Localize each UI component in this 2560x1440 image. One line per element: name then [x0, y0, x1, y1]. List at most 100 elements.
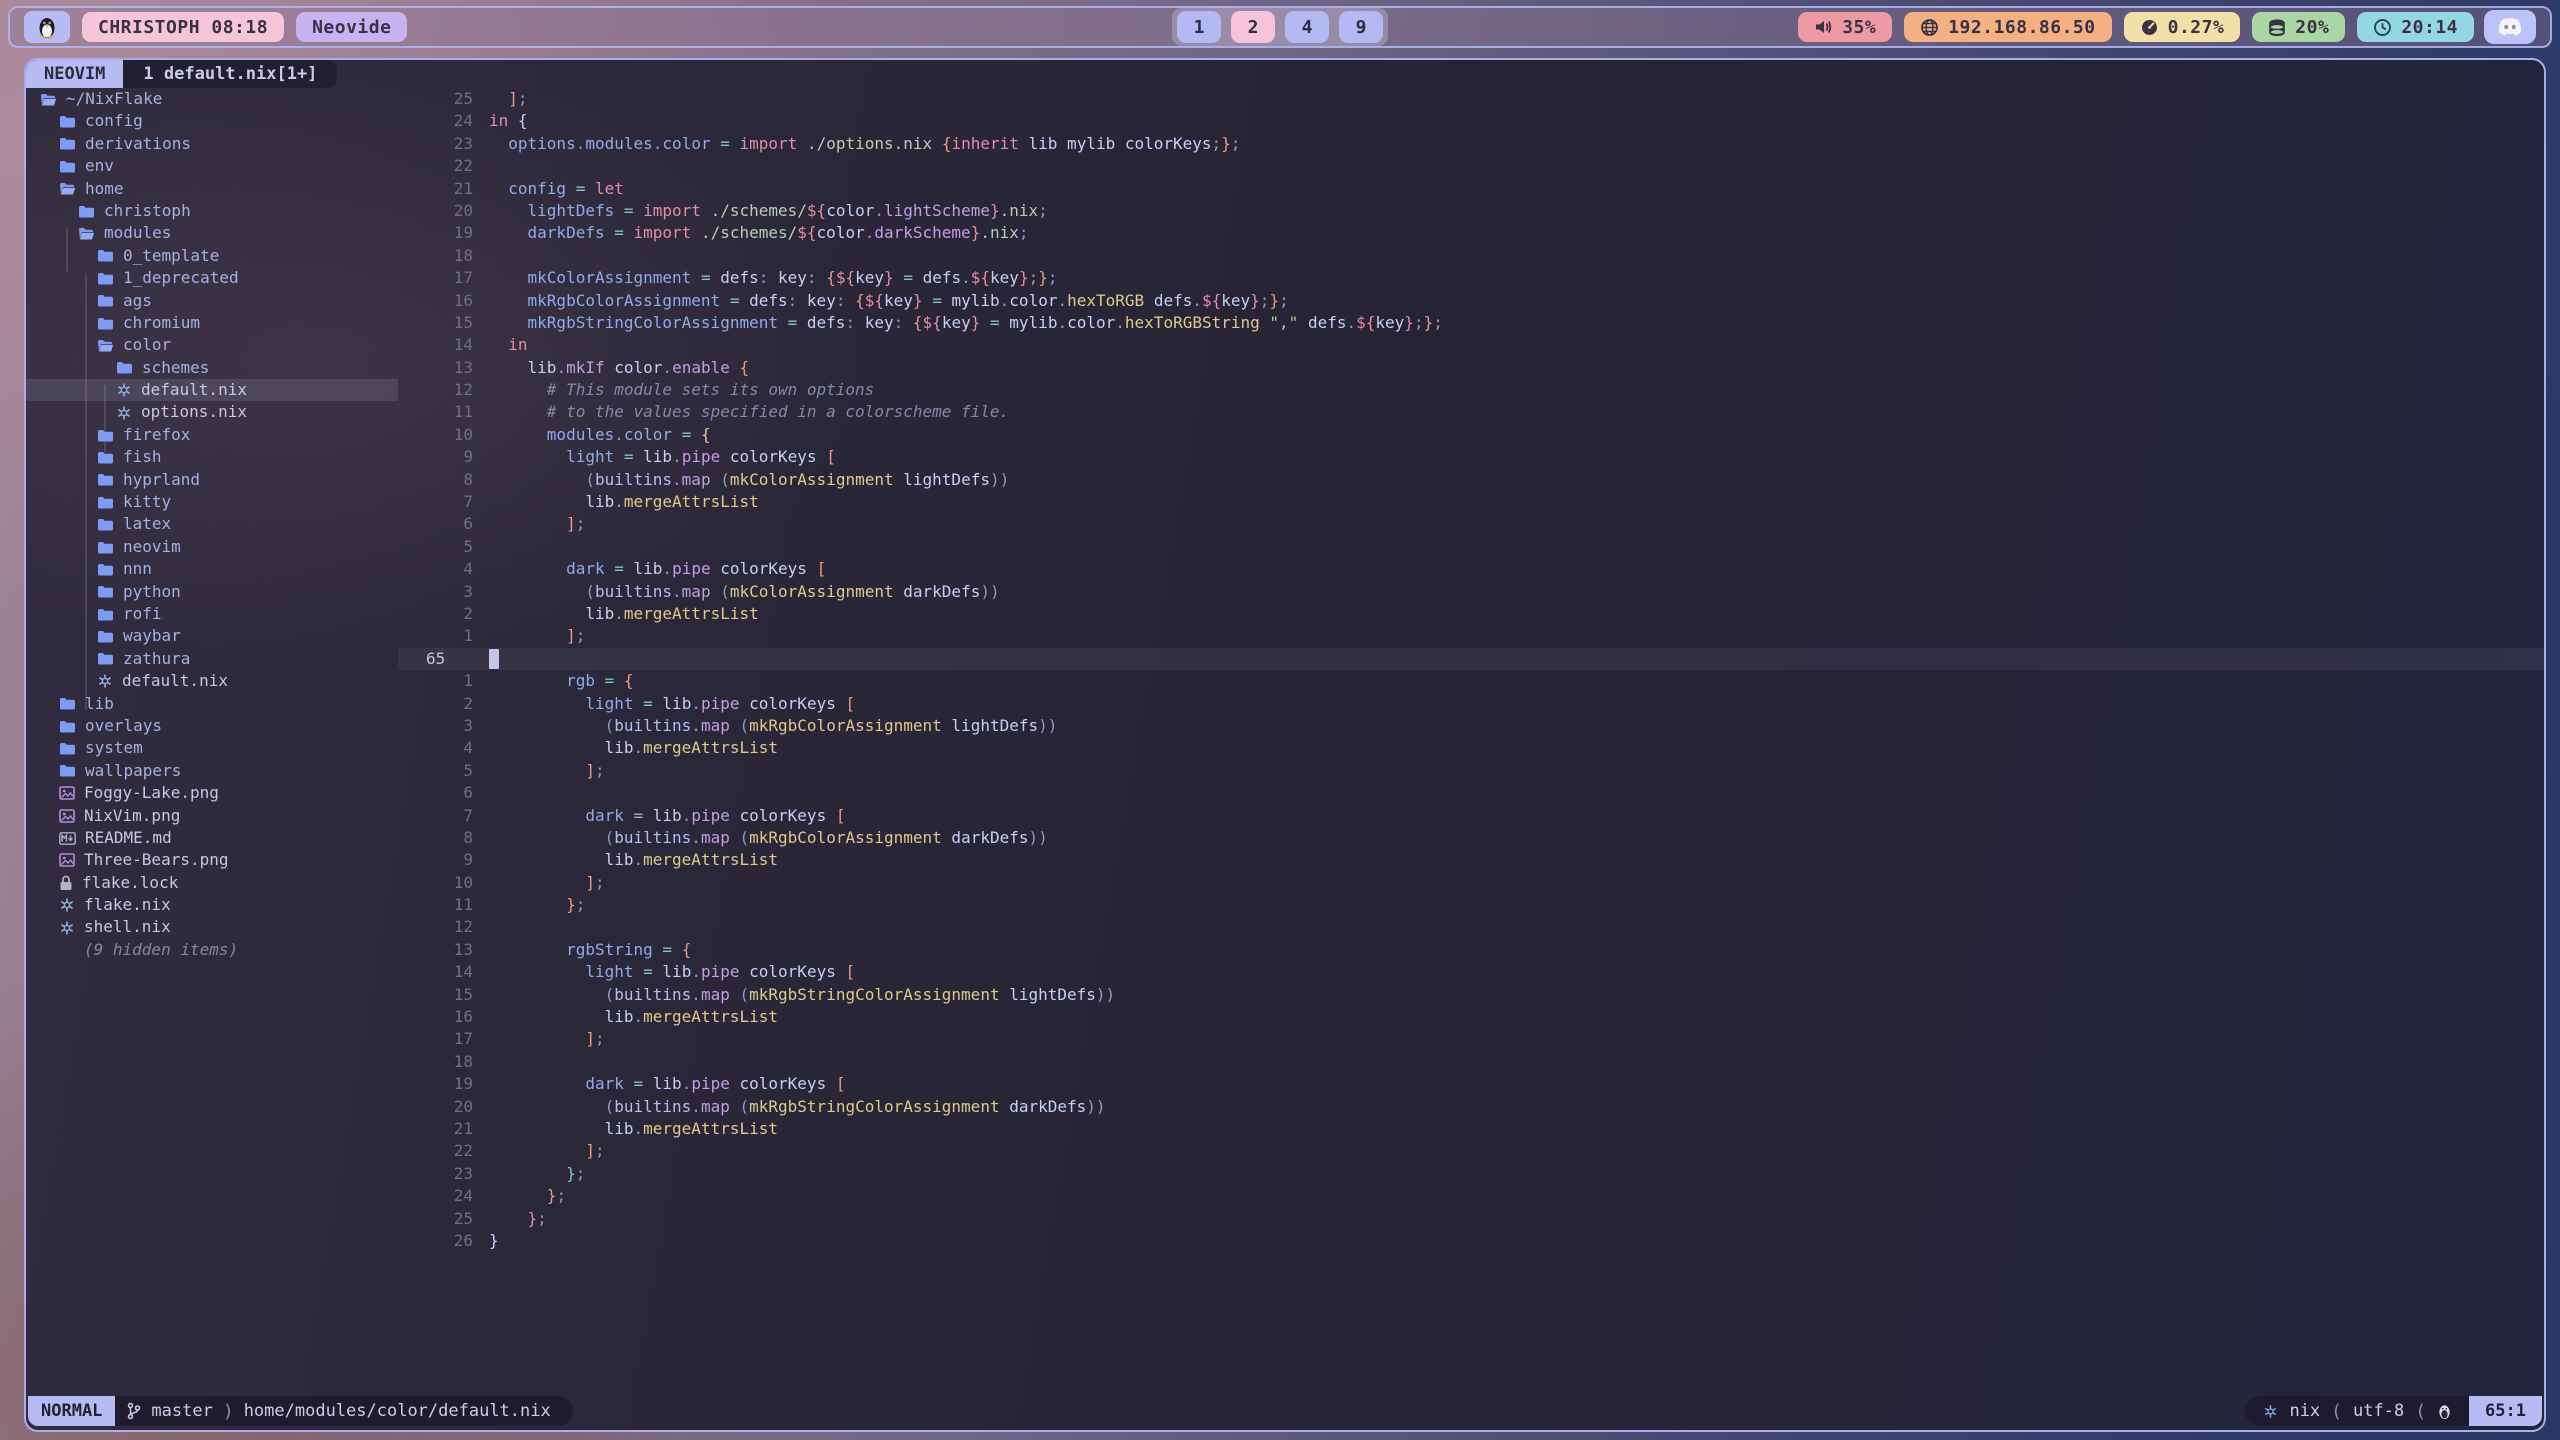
tab-default-nix[interactable]: 1 default.nix[1+]: [123, 60, 337, 88]
tree-item-env[interactable]: env: [26, 155, 398, 177]
tree-item-nixvim.png[interactable]: NixVim.png: [26, 805, 398, 827]
tree-item-readme.md[interactable]: README.md: [26, 827, 398, 849]
globe-stat-pill[interactable]: 192.168.86.50: [1904, 12, 2111, 42]
tree-item-christoph[interactable]: christoph: [26, 200, 398, 222]
code-line[interactable]: 2 lib.mergeAttrsList: [398, 603, 2544, 625]
tree-item-latex[interactable]: latex: [26, 513, 398, 535]
tree-item-system[interactable]: system: [26, 737, 398, 759]
tree-item-kitty[interactable]: kitty: [26, 491, 398, 513]
code-line[interactable]: 18: [398, 245, 2544, 267]
code-line[interactable]: 20 (builtins.map (mkRgbStringColorAssign…: [398, 1096, 2544, 1118]
code-line[interactable]: 21 lib.mergeAttrsList: [398, 1118, 2544, 1140]
code-line[interactable]: 15 mkRgbStringColorAssignment = defs: ke…: [398, 312, 2544, 334]
tree-item-lib[interactable]: lib: [26, 693, 398, 715]
workspace-button-9[interactable]: 9: [1339, 11, 1383, 43]
code-line[interactable]: 10 modules.color = {: [398, 424, 2544, 446]
tree-item-waybar[interactable]: waybar: [26, 625, 398, 647]
code-line[interactable]: 8 (builtins.map (mkColorAssignment light…: [398, 469, 2544, 491]
code-line[interactable]: 10 ];: [398, 872, 2544, 894]
code-line[interactable]: 17 ];: [398, 1028, 2544, 1050]
code-line[interactable]: 9 light = lib.pipe colorKeys [: [398, 446, 2544, 468]
code-line[interactable]: 6: [398, 782, 2544, 804]
code-line[interactable]: 19 dark = lib.pipe colorKeys [: [398, 1073, 2544, 1095]
code-line[interactable]: 11 # to the values specified in a colors…: [398, 401, 2544, 423]
code-line[interactable]: 21 config = let: [398, 178, 2544, 200]
code-line[interactable]: 13 lib.mkIf color.enable {: [398, 357, 2544, 379]
tree-item-firefox[interactable]: firefox: [26, 424, 398, 446]
code-line[interactable]: 2 light = lib.pipe colorKeys [: [398, 693, 2544, 715]
tree-item--9-hidden-items-[interactable]: (9 hidden items): [26, 939, 398, 961]
tree-item-zathura[interactable]: zathura: [26, 648, 398, 670]
code-editor[interactable]: 25 ];24in {23 options.modules.color = im…: [398, 88, 2544, 1390]
code-line[interactable]: 23 options.modules.color = import ./opti…: [398, 133, 2544, 155]
code-line[interactable]: 15 (builtins.map (mkRgbStringColorAssign…: [398, 984, 2544, 1006]
tree-item-chromium[interactable]: chromium: [26, 312, 398, 334]
tree-item-shell.nix[interactable]: shell.nix: [26, 916, 398, 938]
code-line[interactable]: 16 lib.mergeAttrsList: [398, 1006, 2544, 1028]
tree-item-three-bears.png[interactable]: Three-Bears.png: [26, 849, 398, 871]
clock-stat-pill[interactable]: 20:14: [2357, 12, 2474, 42]
tree-item-default.nix[interactable]: default.nix: [26, 670, 398, 692]
tree-item-color[interactable]: color: [26, 334, 398, 356]
tree-item-rofi[interactable]: rofi: [26, 603, 398, 625]
code-line[interactable]: 22: [398, 155, 2544, 177]
code-line[interactable]: 65: [398, 648, 2544, 670]
code-line[interactable]: 3 (builtins.map (mkRgbColorAssignment li…: [398, 715, 2544, 737]
tree-item-schemes[interactable]: schemes: [26, 357, 398, 379]
code-line[interactable]: 17 mkColorAssignment = defs: key: {${key…: [398, 267, 2544, 289]
tree-item--nixflake[interactable]: ~/NixFlake: [26, 88, 398, 110]
code-line[interactable]: 23 };: [398, 1163, 2544, 1185]
code-line[interactable]: 1 rgb = {: [398, 670, 2544, 692]
code-line[interactable]: 6 ];: [398, 513, 2544, 535]
tree-item-neovim[interactable]: neovim: [26, 536, 398, 558]
tree-item-ags[interactable]: ags: [26, 290, 398, 312]
tree-item-wallpapers[interactable]: wallpapers: [26, 760, 398, 782]
code-line[interactable]: 18: [398, 1051, 2544, 1073]
tree-item-modules[interactable]: modules: [26, 222, 398, 244]
code-line[interactable]: 8 (builtins.map (mkRgbColorAssignment da…: [398, 827, 2544, 849]
code-line[interactable]: 25 };: [398, 1208, 2544, 1230]
launcher-button[interactable]: [24, 11, 70, 43]
tree-item-default.nix[interactable]: default.nix: [26, 379, 398, 401]
workspace-button-2[interactable]: 2: [1231, 11, 1275, 43]
gauge-stat-pill[interactable]: 0.27%: [2124, 12, 2241, 42]
tree-item-foggy-lake.png[interactable]: Foggy-Lake.png: [26, 782, 398, 804]
tree-item-hyprland[interactable]: hyprland: [26, 469, 398, 491]
code-line[interactable]: 24 };: [398, 1185, 2544, 1207]
tree-item-config[interactable]: config: [26, 110, 398, 132]
code-line[interactable]: 14 light = lib.pipe colorKeys [: [398, 961, 2544, 983]
database-stat-pill[interactable]: 20%: [2252, 12, 2345, 42]
tree-item-flake.lock[interactable]: flake.lock: [26, 872, 398, 894]
code-line[interactable]: 20 lightDefs = import ./schemes/${color.…: [398, 200, 2544, 222]
code-line[interactable]: 9 lib.mergeAttrsList: [398, 849, 2544, 871]
discord-tray-button[interactable]: [2484, 10, 2536, 44]
code-line[interactable]: 25 ];: [398, 88, 2544, 110]
code-line[interactable]: 3 (builtins.map (mkColorAssignment darkD…: [398, 581, 2544, 603]
tree-item-0-template[interactable]: 0_template: [26, 245, 398, 267]
tree-item-derivations[interactable]: derivations: [26, 133, 398, 155]
workspace-button-1[interactable]: 1: [1177, 11, 1221, 43]
tree-item-1-deprecated[interactable]: 1_deprecated: [26, 267, 398, 289]
code-line[interactable]: 19 darkDefs = import ./schemes/${color.d…: [398, 222, 2544, 244]
tree-item-fish[interactable]: fish: [26, 446, 398, 468]
code-line[interactable]: 16 mkRgbColorAssignment = defs: key: {${…: [398, 290, 2544, 312]
code-line[interactable]: 4 dark = lib.pipe colorKeys [: [398, 558, 2544, 580]
code-line[interactable]: 5: [398, 536, 2544, 558]
code-line[interactable]: 11 };: [398, 894, 2544, 916]
tree-item-home[interactable]: home: [26, 178, 398, 200]
code-line[interactable]: 1 ];: [398, 625, 2544, 647]
code-line[interactable]: 12 # This module sets its own options: [398, 379, 2544, 401]
tree-item-flake.nix[interactable]: flake.nix: [26, 894, 398, 916]
code-line[interactable]: 22 ];: [398, 1140, 2544, 1162]
tree-item-overlays[interactable]: overlays: [26, 715, 398, 737]
code-line[interactable]: 4 lib.mergeAttrsList: [398, 737, 2544, 759]
tree-item-nnn[interactable]: nnn: [26, 558, 398, 580]
code-line[interactable]: 12: [398, 916, 2544, 938]
code-line[interactable]: 24in {: [398, 110, 2544, 132]
code-line[interactable]: 14 in: [398, 334, 2544, 356]
code-line[interactable]: 26}: [398, 1230, 2544, 1252]
code-line[interactable]: 7 lib.mergeAttrsList: [398, 491, 2544, 513]
code-line[interactable]: 7 dark = lib.pipe colorKeys [: [398, 805, 2544, 827]
tree-item-python[interactable]: python: [26, 581, 398, 603]
code-line[interactable]: 13 rgbString = {: [398, 939, 2544, 961]
